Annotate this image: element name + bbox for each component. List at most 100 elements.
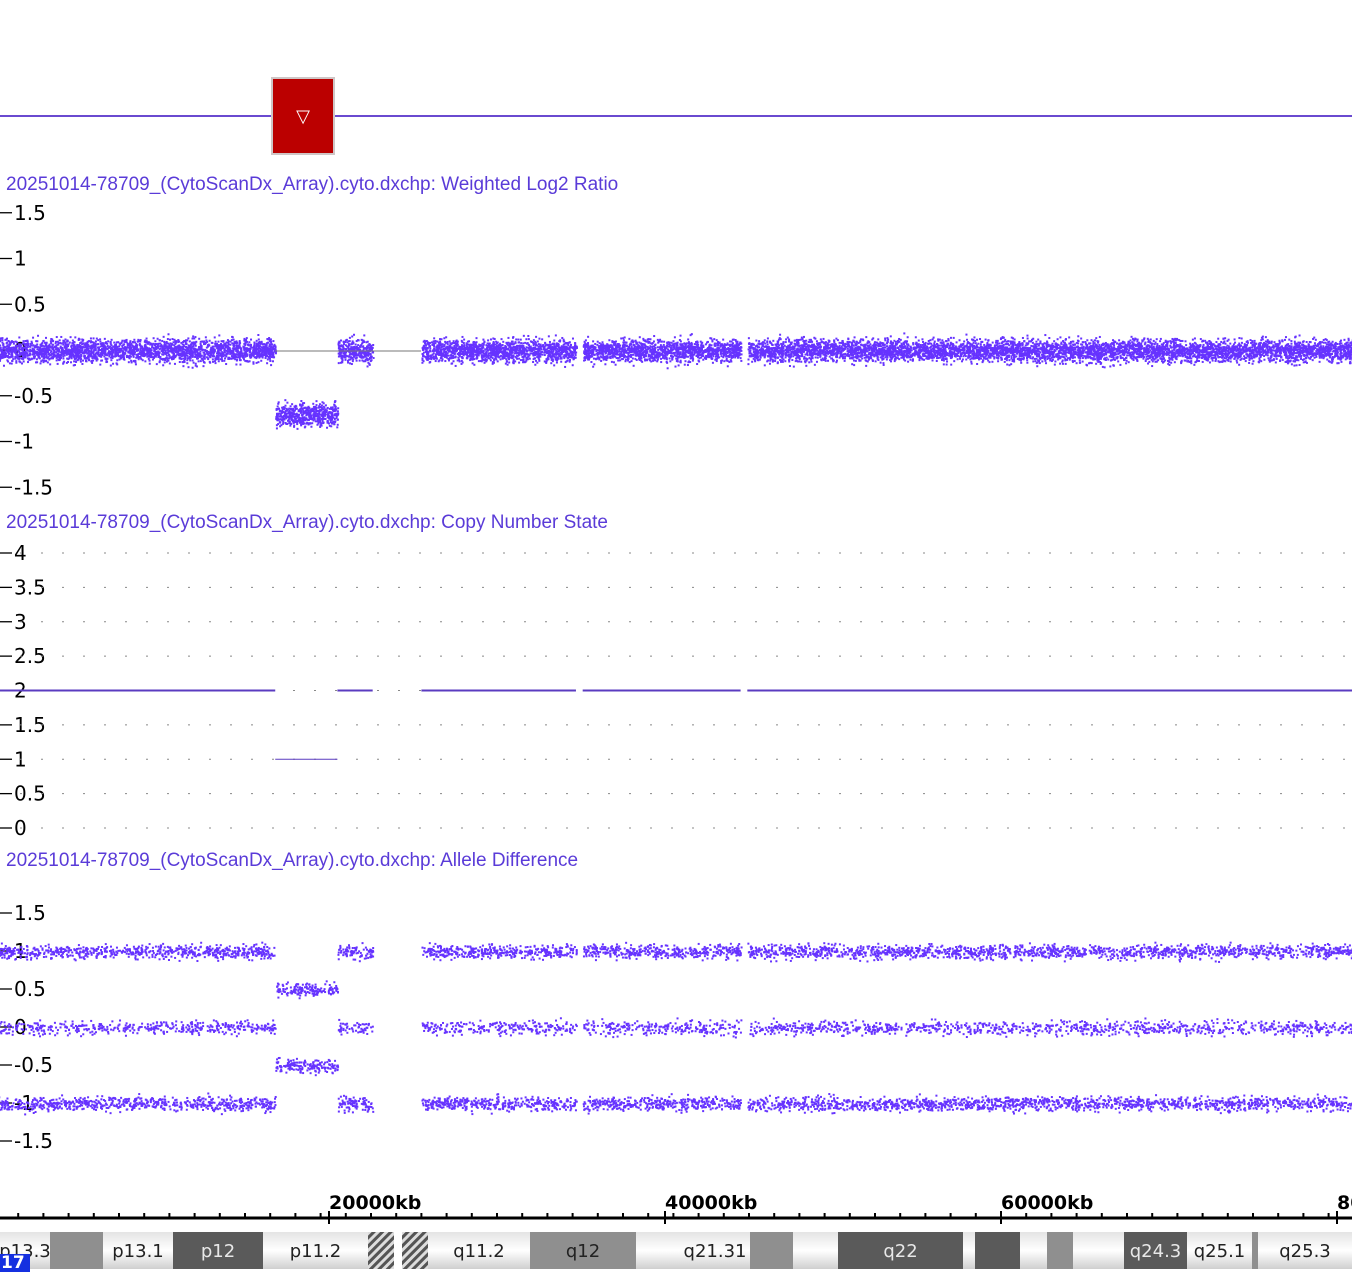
log2-point	[109, 352, 111, 354]
allele-point	[274, 955, 276, 957]
log2-point	[166, 342, 168, 344]
log2-point	[117, 355, 119, 357]
allele-point	[223, 1099, 225, 1101]
log2-point	[265, 357, 267, 359]
log2-point	[226, 341, 228, 343]
log2-point	[116, 346, 118, 348]
log2-point	[337, 424, 339, 426]
log2-point	[59, 356, 61, 358]
log2-point	[0, 337, 2, 339]
allele-point	[240, 1102, 242, 1104]
log2-point	[132, 345, 134, 347]
allele-point	[260, 1100, 262, 1102]
log2-point	[172, 358, 174, 360]
log2-point	[290, 408, 292, 410]
log2-point	[171, 338, 173, 340]
log2-point	[212, 350, 214, 352]
allele-point	[248, 948, 250, 950]
allele-point	[245, 1107, 247, 1109]
log2-point	[161, 340, 163, 342]
allele-point	[5, 1028, 7, 1030]
log2-point	[216, 353, 218, 355]
allele-point	[263, 957, 265, 959]
log2-point	[112, 351, 114, 353]
allele-point	[120, 1097, 122, 1099]
allele-point	[101, 1095, 103, 1097]
allele-point	[170, 948, 172, 950]
log2-point	[276, 424, 278, 426]
allele-point	[266, 946, 268, 948]
allele-point	[72, 955, 74, 957]
allele-point	[175, 1020, 177, 1022]
allele-point	[259, 1099, 261, 1101]
log2-point	[47, 361, 49, 363]
allele-point	[9, 1106, 11, 1108]
allele-point	[243, 1105, 245, 1107]
allele-point	[247, 1098, 249, 1100]
log2-point	[158, 343, 160, 345]
log2-point	[296, 428, 298, 430]
allele-point	[179, 1106, 181, 1108]
log2-point	[294, 406, 296, 408]
log2-point	[282, 411, 284, 413]
log2-point	[211, 342, 213, 344]
allele-point	[60, 1100, 62, 1102]
log2-point	[135, 363, 137, 365]
allele-point	[161, 1098, 163, 1100]
log2-point	[52, 344, 54, 346]
log2-point	[332, 421, 334, 423]
allele-point	[218, 1103, 220, 1105]
log2-point	[277, 403, 279, 405]
allele-point	[88, 1103, 90, 1105]
allele-point	[248, 1106, 250, 1108]
log2-point	[225, 347, 227, 349]
allele-point	[262, 1098, 264, 1100]
allele-point	[238, 1033, 240, 1035]
y-tick-label: 1.5	[14, 901, 46, 925]
allele-point	[72, 1027, 74, 1029]
allele-point	[163, 949, 165, 951]
allele-point	[169, 1105, 171, 1107]
log2-point	[15, 360, 17, 362]
log2-point	[119, 355, 121, 357]
log2-point	[21, 362, 23, 364]
log2-point	[27, 357, 29, 359]
log2-point	[70, 361, 72, 363]
allele-point	[55, 1027, 57, 1029]
allele-point	[24, 952, 26, 954]
log2-point	[302, 420, 304, 422]
allele-point	[105, 955, 107, 957]
allele-point	[161, 1105, 163, 1107]
allele-point	[175, 1024, 177, 1026]
log2-point	[167, 333, 169, 335]
log2-point	[68, 343, 70, 345]
log2-point	[196, 351, 198, 353]
log2-point	[293, 426, 295, 428]
log2-point	[230, 341, 232, 343]
log2-point	[243, 359, 245, 361]
log2-point	[243, 346, 245, 348]
allele-point	[230, 1102, 232, 1104]
log2-point	[245, 360, 247, 362]
log2-point	[96, 343, 98, 345]
allele-point	[23, 948, 25, 950]
log2-point	[236, 342, 238, 344]
log2-point	[4, 350, 6, 352]
allele-point	[135, 952, 137, 954]
allele-point	[189, 1101, 191, 1103]
allele-point	[34, 955, 36, 957]
log2-point	[52, 340, 54, 342]
log2-point	[212, 354, 214, 356]
log2-point	[250, 356, 252, 358]
log2-point	[164, 351, 166, 353]
log2-point	[149, 363, 151, 365]
log2-point	[70, 346, 72, 348]
allele-point	[232, 1105, 234, 1107]
log2-point	[300, 423, 302, 425]
allele-point	[267, 957, 269, 959]
allele-point	[241, 954, 243, 956]
allele-point	[123, 1105, 125, 1107]
allele-point	[105, 1029, 107, 1031]
log2-point	[303, 402, 305, 404]
log2-point	[153, 355, 155, 357]
